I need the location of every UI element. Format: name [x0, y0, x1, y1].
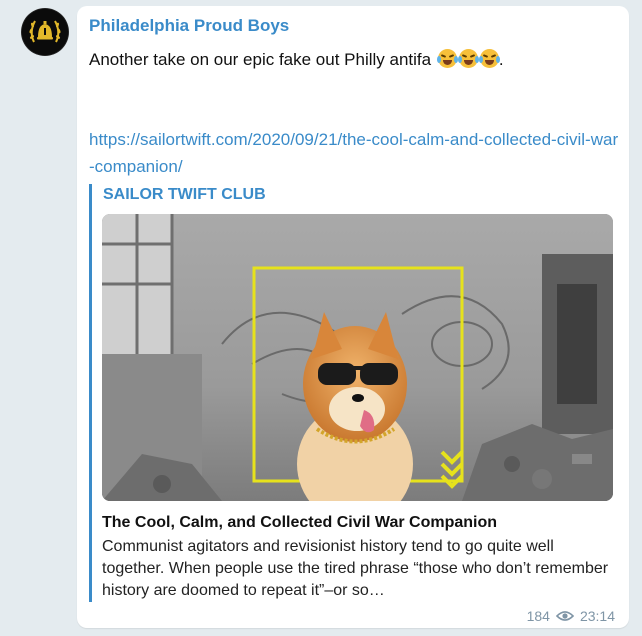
message-time: 23:14 — [579, 608, 615, 624]
tears-of-joy-emoji-icon — [457, 49, 479, 68]
preview-description: Communist agitators and revisionist hist… — [102, 538, 609, 599]
tears-of-joy-emoji-icon — [478, 49, 500, 68]
laurel-bell-logo-icon — [22, 9, 68, 55]
view-count: 184 — [526, 608, 550, 624]
preview-image[interactable] — [102, 214, 613, 501]
channel-avatar[interactable] — [22, 9, 68, 55]
message-bubble: Philadelphia Proud Boys Another take on … — [77, 6, 629, 628]
preview-title: The Cool, Calm, and Collected Civil War … — [102, 514, 497, 531]
link-preview[interactable]: SAILOR TWIFT CLUB The Cool, Calm, and Co… — [89, 184, 620, 602]
eye-icon — [555, 611, 574, 621]
message-text: Another take on our epic fake out Philly… — [89, 49, 504, 70]
message-link[interactable]: https://sailortwift.com/2020/09/21/the-c… — [89, 126, 619, 180]
channel-name[interactable]: Philadelphia Proud Boys — [89, 16, 289, 36]
shiba-sunglasses-image — [102, 214, 613, 501]
message-body: Another take on our epic fake out Philly… — [89, 50, 432, 69]
tears-of-joy-emoji-icon — [436, 49, 458, 68]
message-meta: 184 23:14 — [527, 608, 615, 624]
preview-site-name: SAILOR TWIFT CLUB — [103, 186, 266, 203]
